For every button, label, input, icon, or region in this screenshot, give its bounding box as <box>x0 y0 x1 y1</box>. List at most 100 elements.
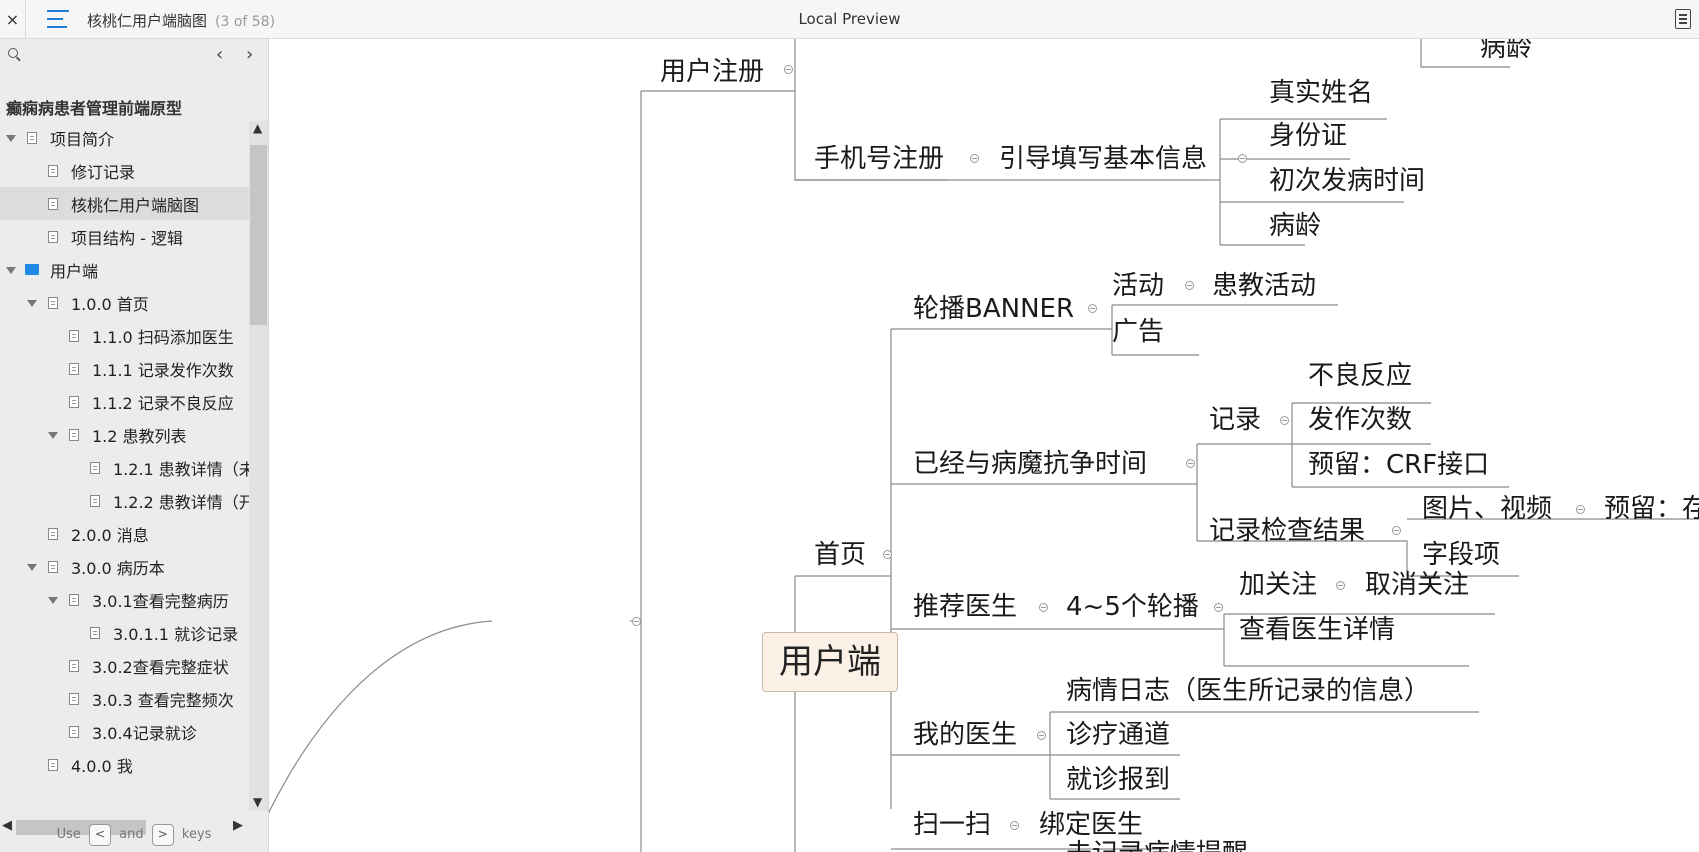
sidebar-item-scan-doctor[interactable]: 1.1.0 扫码添加医生 <box>0 319 249 352</box>
collapse-node-icon[interactable] <box>784 65 793 74</box>
collapse-node-icon[interactable] <box>883 550 892 559</box>
collapse-caret-icon[interactable] <box>27 564 37 571</box>
mindmap-node[interactable]: 就诊报到 <box>1066 765 1170 795</box>
collapse-node-icon[interactable] <box>1280 416 1289 425</box>
collapse-caret-icon[interactable] <box>27 300 37 307</box>
mindmap-node[interactable]: 图片、视频 <box>1422 494 1552 524</box>
collapse-node-icon[interactable] <box>1037 731 1046 740</box>
collapse-node-icon[interactable] <box>970 154 979 163</box>
collapse-caret-icon[interactable] <box>48 432 58 439</box>
sidebar-item-intro[interactable]: 项目简介 <box>0 121 249 154</box>
next-page-button[interactable]: › <box>246 44 253 65</box>
toc-icon[interactable] <box>47 9 69 29</box>
sidebar-item-me[interactable]: 4.0.0 我 <box>0 748 249 781</box>
collapse-node-icon[interactable] <box>1088 304 1097 313</box>
mindmap-node[interactable]: 记录 <box>1209 405 1261 435</box>
sidebar-item-records[interactable]: 3.0.0 病历本 <box>0 550 249 583</box>
scroll-down-icon[interactable]: ▼ <box>253 795 262 809</box>
sidebar-item-label: 用户端 <box>50 261 99 281</box>
sidebar-item-full-record[interactable]: 3.0.1查看完整病历 <box>0 583 249 616</box>
sidebar-item-messages[interactable]: 2.0.0 消息 <box>0 517 249 550</box>
mindmap-node[interactable]: 预留：CRF接口 <box>1308 450 1489 480</box>
mindmap-node[interactable]: 扫一扫 <box>913 810 991 840</box>
mindmap-node[interactable]: 病龄 <box>1480 39 1532 63</box>
mindmap-node[interactable]: 记录检查结果 <box>1209 516 1365 546</box>
mindmap-node[interactable]: 发作次数 <box>1308 405 1412 435</box>
collapse-node-icon[interactable] <box>1214 603 1223 612</box>
mindmap-node[interactable]: 4~5个轮播 <box>1066 592 1199 622</box>
mindmap-node[interactable]: 初次发病时间 <box>1269 166 1425 196</box>
sidebar-item-home[interactable]: 1.0.0 首页 <box>0 286 249 319</box>
mindmap-node[interactable]: 取消关注 <box>1365 570 1469 600</box>
sidebar-item-edu-detail-1[interactable]: 1.2.1 患教详情（未 <box>0 451 249 484</box>
collapse-node-icon[interactable] <box>1336 581 1345 590</box>
mindmap-node[interactable]: 未记录病情提醒 <box>1066 839 1248 852</box>
collapse-node-icon[interactable] <box>1010 821 1019 830</box>
collapse-node-icon[interactable] <box>1185 281 1194 290</box>
mindmap-canvas[interactable]: 用户端 用户注册 病龄 手机号注册 引导填写基本信息 真实姓名 身份证 初次发病… <box>269 39 1699 852</box>
page-icon <box>48 528 58 540</box>
mindmap-node[interactable]: 用户注册 <box>660 57 764 87</box>
mindmap-node[interactable]: 不良反应 <box>1308 361 1412 391</box>
sidebar-item-mindmap[interactable]: 核桃仁用户端脑图 <box>0 187 249 220</box>
mindmap-node[interactable]: 轮播BANNER <box>913 294 1074 324</box>
sidebar-item-full-frequency[interactable]: 3.0.3 查看完整频次 <box>0 682 249 715</box>
mindmap-node[interactable]: 推荐医生 <box>913 592 1017 622</box>
mindmap-node[interactable]: 引导填写基本信息 <box>999 144 1207 174</box>
sidebar-item-label: 3.0.0 病历本 <box>71 558 165 578</box>
mindmap-node[interactable]: 患教活动 <box>1212 271 1316 301</box>
collapse-caret-icon[interactable] <box>48 597 58 604</box>
page-icon <box>48 165 58 177</box>
left-key-icon: < <box>89 824 111 846</box>
mindmap-node[interactable]: 首页 <box>814 540 866 570</box>
outline-icon[interactable] <box>1675 9 1691 29</box>
mindmap-node[interactable]: 广告 <box>1112 317 1164 347</box>
sidebar-item-record-visit[interactable]: 3.0.4记录就诊 <box>0 715 249 748</box>
sidebar-item-structure[interactable]: 项目结构 - 逻辑 <box>0 220 249 253</box>
sidebar-item-user-folder[interactable]: 用户端 <box>0 253 249 286</box>
mindmap-root-node[interactable]: 用户端 <box>762 632 898 692</box>
sidebar-item-label: 1.2 患教列表 <box>92 426 187 446</box>
close-icon[interactable]: × <box>0 0 26 39</box>
sidebar-item-visit-record[interactable]: 3.0.1.1 就诊记录 <box>0 616 249 649</box>
mindmap-node[interactable]: 加关注 <box>1239 570 1317 600</box>
page-icon <box>69 693 79 705</box>
collapse-node-icon[interactable] <box>632 617 641 626</box>
collapse-node-icon[interactable] <box>1392 526 1401 535</box>
collapse-node-icon[interactable] <box>1039 603 1048 612</box>
mindmap-node[interactable]: 手机号注册 <box>814 144 944 174</box>
scroll-up-icon[interactable]: ▲ <box>253 121 262 135</box>
sidebar-item-full-symptoms[interactable]: 3.0.2查看完整症状 <box>0 649 249 682</box>
collapse-node-icon[interactable] <box>1576 505 1585 514</box>
scrollbar-thumb[interactable] <box>250 145 267 325</box>
folder-icon <box>25 264 39 275</box>
sidebar-item-edu-detail-2[interactable]: 1.2.2 患教详情（开 <box>0 484 249 517</box>
mindmap-node[interactable]: 活动 <box>1112 271 1164 301</box>
collapse-node-icon[interactable] <box>1186 459 1195 468</box>
sidebar-item-seizure-count[interactable]: 1.1.1 记录发作次数 <box>0 352 249 385</box>
collapse-caret-icon[interactable] <box>6 267 16 274</box>
collapse-caret-icon[interactable] <box>6 135 16 142</box>
sidebar-item-adverse[interactable]: 1.1.2 记录不良反应 <box>0 385 249 418</box>
mindmap-node[interactable]: 身份证 <box>1269 121 1347 151</box>
sidebar-item-edu-list[interactable]: 1.2 患教列表 <box>0 418 249 451</box>
mindmap-node[interactable]: 我的医生 <box>913 720 1017 750</box>
mindmap-node[interactable]: 预留：存 <box>1604 494 1699 524</box>
mindmap-node[interactable]: 病龄 <box>1269 211 1321 241</box>
sidebar-vertical-scrollbar[interactable]: ▲ ▼ <box>249 121 268 811</box>
search-icon[interactable] <box>8 48 18 58</box>
mindmap-node[interactable]: 病情日志（医生所记录的信息） <box>1066 676 1430 706</box>
prev-page-button[interactable]: ‹ <box>216 44 223 65</box>
sidebar-item-revisions[interactable]: 修订记录 <box>0 154 249 187</box>
page-icon <box>69 330 79 342</box>
page-icon <box>69 726 79 738</box>
mindmap-node[interactable]: 查看医生详情 <box>1239 615 1395 645</box>
collapse-node-icon[interactable] <box>1238 154 1247 163</box>
mindmap-node[interactable]: 绑定医生 <box>1039 810 1143 840</box>
mindmap-node[interactable]: 真实姓名 <box>1269 78 1373 108</box>
mindmap-node[interactable]: 字段项 <box>1422 540 1500 570</box>
mindmap-node[interactable]: 已经与病魔抗争时间 <box>913 449 1147 479</box>
page-icon <box>69 396 79 408</box>
sidebar-item-label: 项目简介 <box>50 129 115 149</box>
mindmap-node[interactable]: 诊疗通道 <box>1066 720 1170 750</box>
